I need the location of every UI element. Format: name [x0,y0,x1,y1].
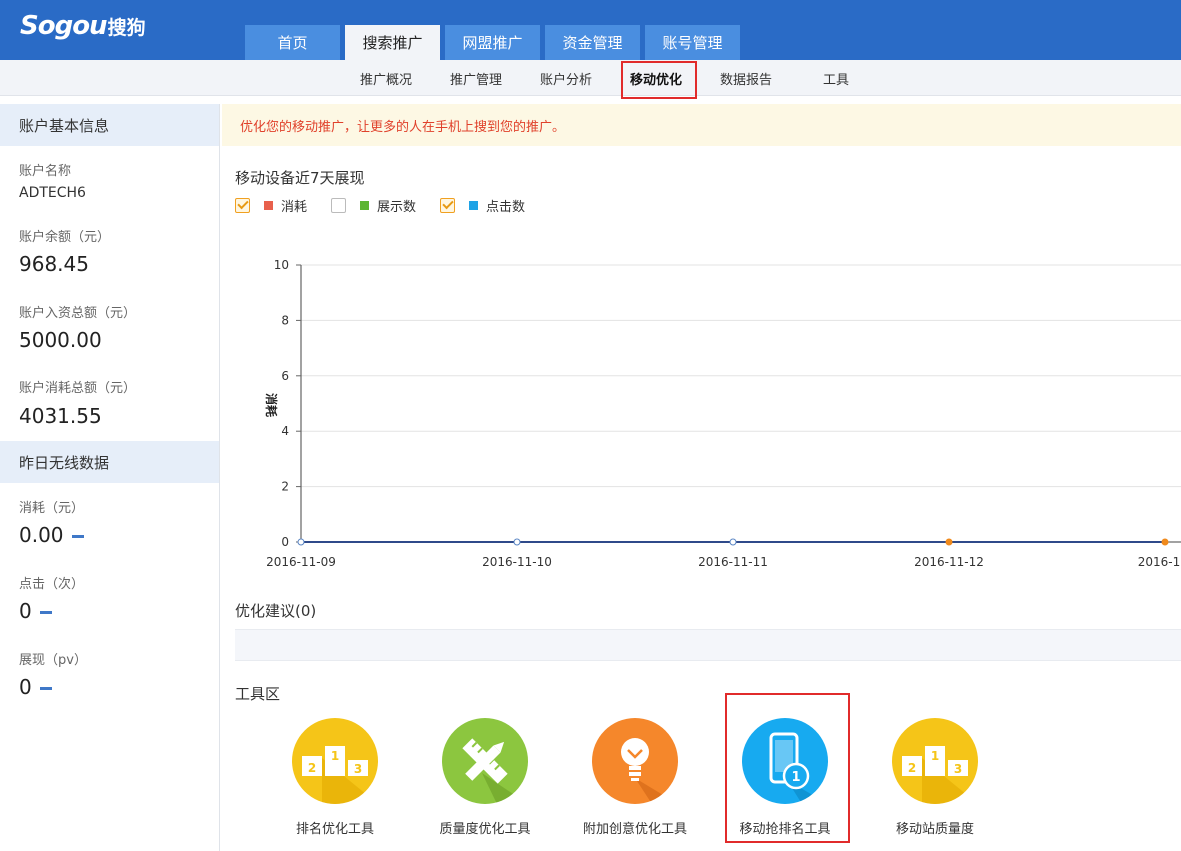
x-tick-label: 2016-11-09 [266,555,336,569]
legend-label: 点击数 [486,199,526,215]
balance-label: 账户余额（元） [19,230,111,245]
sidebar-wireless-title: 昨日无线数据 [0,441,219,483]
sub-tab-management[interactable]: 推广管理 [440,60,512,96]
y-tick-label: 0 [281,535,289,549]
sogou-logo[interactable]: Sogou 搜狗 [20,8,146,44]
data-point [945,538,953,546]
main-tab-account[interactable]: 账号管理 [645,25,740,60]
highlight-box-tool [725,693,850,843]
main-tab-search-promotion[interactable]: 搜索推广 [345,25,440,60]
tool-extension-optimization[interactable]: 附加创意优化工具 [560,718,710,837]
advice-title: 优化建议(0) [235,602,317,620]
main-tab-network-alliance[interactable]: 网盟推广 [445,25,540,60]
tool-label: 质量度优化工具 [439,822,531,837]
y-tick-label: 8 [281,313,289,327]
checkbox-checked[interactable] [235,197,250,213]
data-point [513,538,521,546]
chart-section-title: 移动设备近7天展现 [235,169,365,187]
account-name-label: 账户名称 [19,164,72,179]
sub-tab-data-report[interactable]: 数据报告 [710,60,782,96]
wireless-pv-label: 展现（pv） [19,653,87,668]
tool-label: 移动站质量度 [895,822,974,837]
svg-text:3: 3 [354,762,362,776]
wireless-cost-label: 消耗（元） [19,501,85,516]
y-tick-label: 4 [281,424,289,438]
podium-icon: 2 1 3 [892,718,978,804]
x-tick-label: 2016-11- [1138,555,1181,569]
advice-list [235,629,1181,661]
checkbox-unchecked[interactable] [331,197,347,213]
svg-text:1: 1 [331,749,339,763]
chart-x-ticks: 2016-11-09 2016-11-10 2016-11-11 2016-11-12… [266,555,1181,569]
highlight-box-sub-tab [621,61,697,99]
sub-tab-overview[interactable]: 推广概况 [350,60,422,96]
x-tick-label: 2016-11-10 [482,555,552,569]
lightbulb-icon [592,718,678,804]
data-point [1161,538,1169,546]
sub-nav: 推广概况 推广管理 账户分析 移动优化 数据报告 工具 [0,60,1181,96]
legend-swatch [360,200,370,210]
sub-tab-analysis[interactable]: 账户分析 [530,60,602,96]
main-tab-home[interactable]: 首页 [245,25,340,60]
wireless-click-label: 点击（次） [19,577,85,592]
account-name-value: ADTECH6 [19,185,86,201]
logo-text-cn: 搜狗 [107,16,146,39]
legend-swatch [264,200,273,210]
tool-mobile-site-quality[interactable]: 2 1 3 移动站质量度 [860,718,1010,837]
wireless-pv-row: 0 [19,675,52,699]
spend-total-label: 账户消耗总额（元） [19,381,137,396]
legend-item-clicks[interactable]: 点击数 [440,196,525,215]
wireless-click-row: 0 [19,599,52,623]
wireless-cost-value: 0.00 [19,523,64,547]
main-tab-funds[interactable]: 资金管理 [545,25,640,60]
trend-flat-icon [39,687,52,690]
legend-label: 展示数 [377,199,417,215]
data-point [729,538,737,546]
legend-label: 消耗 [281,199,308,215]
checkbox-checked[interactable] [440,197,456,213]
trend-flat-icon [71,535,84,538]
tool-label: 附加创意优化工具 [582,822,687,837]
deposit-total-value: 5000.00 [19,328,102,352]
tools-title: 工具区 [235,685,281,703]
svg-text:2: 2 [908,761,916,775]
svg-text:2: 2 [308,761,316,775]
chart-legend: 消耗 展示数 点击数 [235,195,549,215]
main-nav: 首页 搜索推广 网盟推广 资金管理 账号管理 [245,25,745,60]
tool-rank-optimization[interactable]: 2 1 3 排名优化工具 [260,718,410,837]
top-header: Sogou 搜狗 首页 搜索推广 网盟推广 资金管理 账号管理 [0,0,1181,60]
data-point [297,538,305,546]
x-tick-label: 2016-11-12 [914,555,984,569]
x-tick-label: 2016-11-11 [698,555,768,569]
notice-banner: 优化您的移动推广，让更多的人在手机上搜到您的推广。 [222,104,1181,146]
y-tick-label: 6 [281,369,289,383]
line-chart: 0246810 2016-11-09 2016-11-10 2016-11-11 20… [264,258,1181,569]
sub-tab-tools[interactable]: 工具 [800,60,872,96]
trend-flat-icon [39,611,52,614]
chart-grid [300,264,1181,543]
wireless-cost-row: 0.00 [19,523,84,547]
svg-text:3: 3 [954,762,962,776]
chart-series [297,538,1169,546]
deposit-total-label: 账户入资总额（元） [19,306,137,321]
y-tick-label: 10 [274,258,289,272]
spend-total-value: 4031.55 [19,404,102,428]
legend-item-impressions[interactable]: 展示数 [331,196,416,215]
legend-item-cost[interactable]: 消耗 [235,196,307,215]
logo-text-en: Sogou [20,11,108,41]
legend-swatch [469,200,479,210]
tool-label: 排名优化工具 [295,822,374,837]
wireless-pv-value: 0 [19,675,32,699]
tool-quality-optimization[interactable]: 质量度优化工具 [410,718,560,837]
ruler-pencil-icon [442,718,528,804]
sidebar-basic-info-title: 账户基本信息 [0,104,219,146]
wireless-click-value: 0 [19,599,32,623]
balance-value: 968.45 [19,252,89,276]
svg-text:1: 1 [931,749,939,763]
chart-y-axis-label: 消耗 [264,393,279,417]
podium-icon: 2 1 3 [292,718,378,804]
sidebar: 账户基本信息 账户名称 ADTECH6 账户余额（元） 968.45 账户入资总… [0,104,220,851]
y-tick-label: 2 [281,480,289,494]
